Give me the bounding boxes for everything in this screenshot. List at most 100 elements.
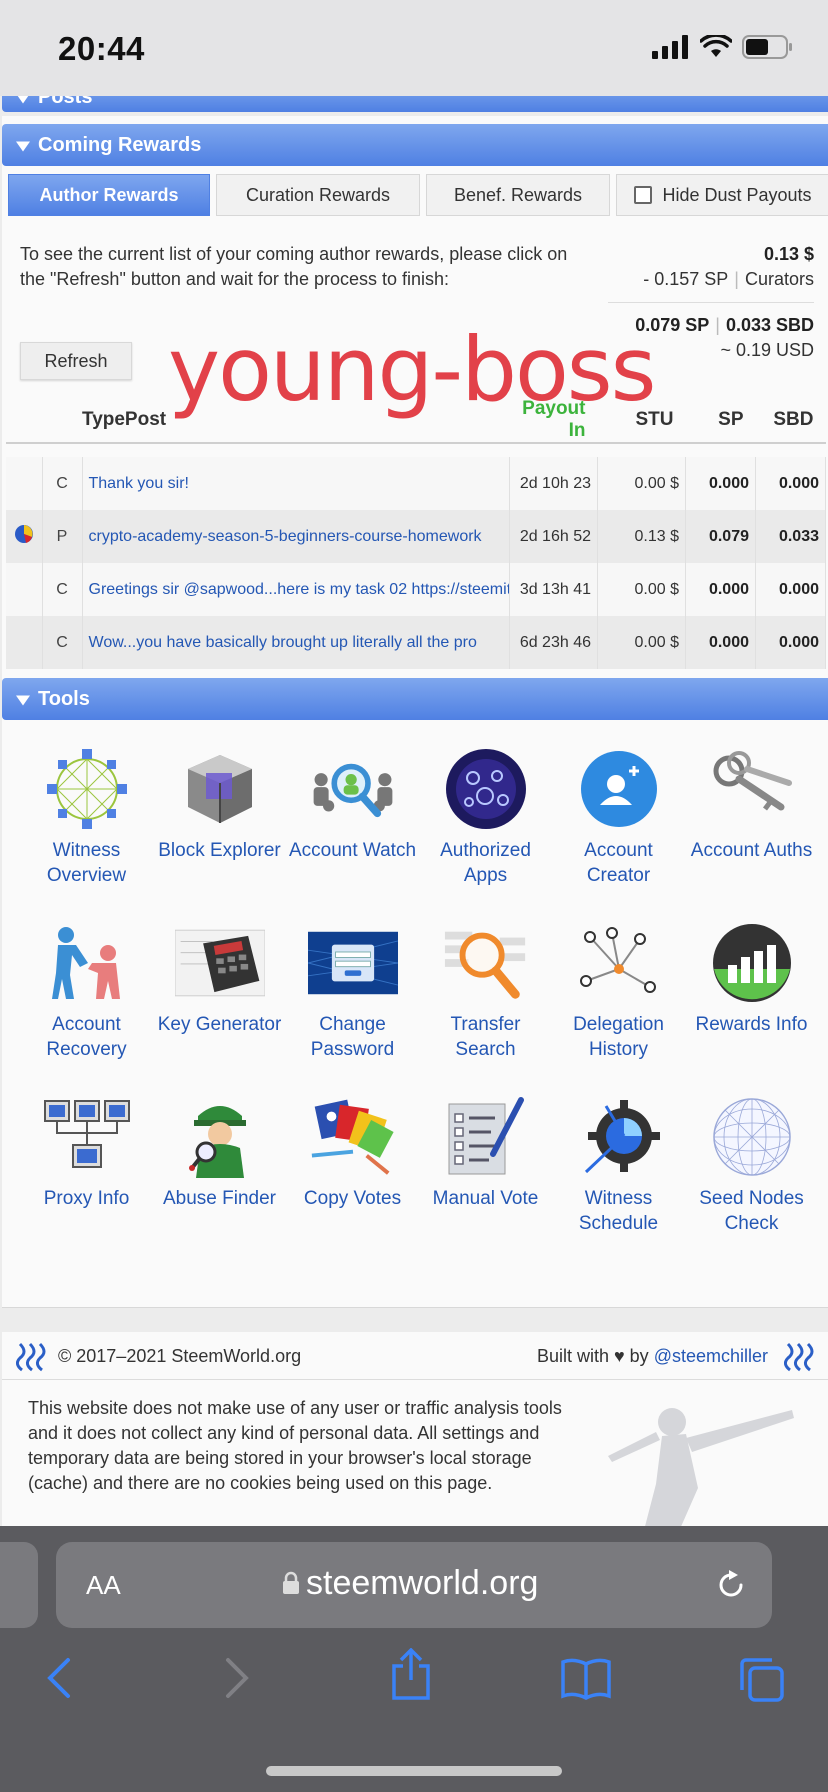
row-post-link[interactable]: crypto-academy-season-5-beginners-course…	[82, 510, 510, 563]
section-coming-rewards[interactable]: Coming Rewards	[2, 124, 828, 166]
back-icon[interactable]	[42, 1656, 78, 1700]
row-payout: 2d 10h 23	[509, 457, 598, 510]
tool-label: Authorized Apps	[440, 840, 531, 886]
wifi-icon	[700, 35, 732, 57]
table-header: TypePost Payout In STU SP SBD	[6, 398, 826, 444]
tool-seed-nodes-check[interactable]: Seed Nodes Check	[685, 1094, 818, 1236]
row-type: C	[42, 563, 83, 616]
tool-key-generator[interactable]: Key Generator	[153, 920, 286, 1037]
footer-bar: © 2017–2021 SteemWorld.org Built with ♥ …	[2, 1332, 828, 1380]
collapse-triangle-icon	[16, 96, 30, 104]
tab-label: Benef. Rewards	[453, 184, 583, 205]
tool-label: Account Recovery	[46, 1014, 127, 1060]
previous-tab-preview[interactable]	[0, 1542, 38, 1628]
tool-delegation-history[interactable]: Delegation History	[552, 920, 685, 1062]
header-stu[interactable]: STU	[597, 398, 686, 444]
header-sbd[interactable]: SBD	[755, 398, 826, 444]
nav-buttons	[0, 1648, 828, 1716]
detective-icon	[188, 1106, 246, 1178]
tool-manual-vote[interactable]: Manual Vote	[419, 1094, 552, 1211]
tab-label: Curation Rewards	[245, 184, 391, 205]
bookmarks-icon[interactable]	[560, 1656, 612, 1700]
table-row[interactable]: P crypto-academy-season-5-beginners-cour…	[6, 510, 826, 563]
tool-rewards-info[interactable]: Rewards Info	[685, 920, 818, 1037]
row-type: C	[42, 616, 83, 669]
refresh-button[interactable]: Refresh	[20, 342, 132, 380]
tool-account-recovery[interactable]: Account Recovery	[20, 920, 153, 1062]
share-icon[interactable]	[390, 1648, 432, 1700]
clock: 20:44	[58, 30, 145, 67]
header-typepost[interactable]: TypePost	[42, 398, 510, 444]
tool-account-auths[interactable]: Account Auths	[685, 746, 818, 863]
authorized-apps-icon	[445, 749, 526, 829]
copyright-text: © 2017–2021 SteemWorld.org	[58, 1346, 302, 1366]
tool-label: Account Creator	[584, 840, 653, 886]
section-tools[interactable]: Tools	[2, 678, 828, 720]
status-icons	[652, 34, 794, 60]
footer: © 2017–2021 SteemWorld.org Built with ♥ …	[2, 1332, 828, 1526]
globe-mesh-icon	[712, 1098, 791, 1176]
row-post-link[interactable]: Greetings sir @sapwood...here is my task…	[82, 563, 510, 616]
row-post-link[interactable]: Wow...you have basically brought up lite…	[82, 616, 510, 669]
checkbox[interactable]	[634, 186, 653, 204]
home-indicator	[266, 1766, 562, 1776]
tab-curation-rewards[interactable]: Curation Rewards	[216, 174, 420, 216]
login-form-icon	[307, 931, 398, 995]
signal-icon	[652, 35, 688, 59]
table-row[interactable]: C Greetings sir @sapwood...here is my ta…	[6, 563, 826, 616]
url-host: steemworld.org	[306, 1564, 539, 1602]
checkbox-label: Hide Dust Payouts	[662, 184, 812, 205]
tool-change-password[interactable]: Change Password	[286, 920, 419, 1062]
privacy-text: This website does not make use of any us…	[28, 1398, 562, 1493]
dancer-silhouette-icon	[608, 1408, 794, 1526]
rewards-table: TypePost Payout In STU SP SBD C Thank yo…	[6, 398, 826, 669]
header-sp[interactable]: SP	[685, 398, 756, 444]
tool-authorized-apps[interactable]: Authorized Apps	[419, 746, 552, 888]
tool-label: Abuse Finder	[162, 1188, 276, 1209]
tool-label: Rewards Info	[695, 1014, 808, 1035]
calculator-icon	[174, 929, 265, 997]
row-post-link[interactable]: Thank you sir!	[82, 457, 510, 510]
tool-transfer-search[interactable]: Transfer Search	[419, 920, 552, 1062]
curators-label: Curators	[744, 269, 814, 289]
section-posts[interactable]: Posts	[2, 96, 828, 112]
curators-sp: - 0.157 SP	[643, 269, 729, 289]
header-payout[interactable]: Payout In	[509, 398, 598, 444]
proxy-icon	[43, 1100, 130, 1168]
block-explorer-icon	[187, 755, 252, 823]
reader-options-button[interactable]: AA	[86, 1570, 121, 1601]
table-row[interactable]: C Thank you sir! 2d 10h 23 0.00 $ 0.000 …	[6, 457, 826, 510]
tool-witness-overview[interactable]: Witness Overview	[20, 746, 153, 888]
hide-dust-toggle[interactable]: Hide Dust Payouts	[616, 174, 828, 216]
forward-icon[interactable]	[218, 1656, 254, 1700]
tool-block-explorer[interactable]: Block Explorer	[153, 746, 286, 863]
tool-abuse-finder[interactable]: Abuse Finder	[153, 1094, 286, 1211]
url-display[interactable]: steemworld.org	[282, 1564, 538, 1603]
tool-account-creator[interactable]: Account Creator	[552, 746, 685, 888]
row-stu: 0.00 $	[597, 457, 686, 510]
tool-label: Witness Overview	[46, 840, 127, 886]
address-bar[interactable]: AA steemworld.org	[56, 1542, 772, 1628]
reload-icon[interactable]	[714, 1568, 748, 1602]
tabs-icon[interactable]	[738, 1656, 786, 1704]
magnifier-icon	[444, 931, 525, 999]
tab-benef-rewards[interactable]: Benef. Rewards	[426, 174, 610, 216]
section-title: Tools	[38, 687, 90, 710]
table-row[interactable]: C Wow...you have basically brought up li…	[6, 616, 826, 669]
tool-witness-schedule[interactable]: Witness Schedule	[552, 1094, 685, 1236]
row-payout: 3d 13h 41	[509, 563, 598, 616]
tool-proxy-info[interactable]: Proxy Info	[20, 1094, 153, 1211]
row-sbd: 0.033	[755, 510, 826, 563]
tool-label: Delegation History	[573, 1014, 664, 1060]
collapse-triangle-icon	[16, 695, 30, 706]
author-link[interactable]: @steemchiller	[654, 1346, 768, 1366]
tool-account-watch[interactable]: Account Watch	[286, 746, 419, 863]
total-usd-approx: ~ 0.19 USD	[720, 340, 814, 360]
tool-copy-votes[interactable]: Copy Votes	[286, 1094, 419, 1211]
tool-label: Account Watch	[288, 840, 417, 861]
tool-label: Manual Vote	[432, 1188, 539, 1209]
lock-icon	[283, 1571, 299, 1594]
tab-author-rewards[interactable]: Author Rewards	[8, 174, 210, 216]
status-bar: 20:44	[0, 0, 828, 96]
bar-chart-icon	[712, 924, 791, 1002]
